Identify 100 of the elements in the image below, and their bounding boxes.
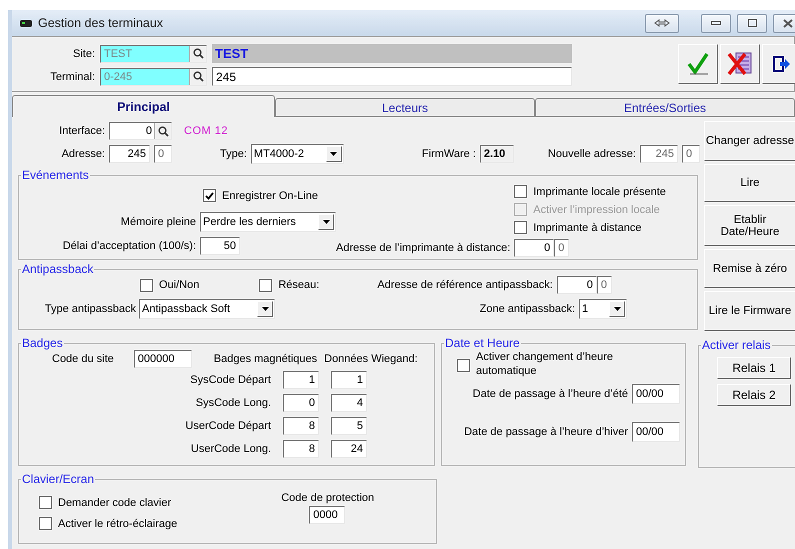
lookup-field[interactable]: 0 (109, 122, 172, 140)
group-title: Antipassback (21, 262, 94, 276)
dropdown-arrow-icon (330, 152, 338, 156)
name-field[interactable]: 245 (212, 67, 572, 86)
dropdown[interactable]: Perdre les derniers (200, 212, 336, 232)
input-field[interactable]: 0 (556, 276, 597, 294)
field-label: Délai d’acceptation (100/s): (62, 240, 196, 252)
field-label: Nouvelle adresse: (548, 148, 636, 160)
field-label: UserCode Départ (184, 420, 271, 432)
checkbox[interactable] (514, 185, 528, 198)
dropdown-arrow-icon (262, 307, 268, 311)
checkbox[interactable] (457, 359, 470, 372)
input-field[interactable]: 000000 (134, 350, 192, 368)
checkbox[interactable] (39, 496, 52, 509)
input-field[interactable]: 24 (331, 440, 367, 458)
search-icon (192, 71, 204, 82)
action-button[interactable]: Remise à zéro (704, 249, 795, 288)
search-icon (192, 48, 204, 59)
maximize-icon (748, 19, 756, 27)
input-field[interactable]: 0 (154, 145, 172, 163)
maximize-button[interactable] (737, 14, 767, 32)
input-field[interactable]: 8 (283, 440, 319, 458)
field-label: Zone antipassback: (478, 303, 575, 315)
input-field[interactable]: 0 (596, 276, 612, 294)
column-header: Badges magnétiques (214, 353, 318, 365)
tab[interactable]: Lecteurs (275, 98, 535, 117)
double-arrow-icon (654, 19, 670, 27)
dropdown[interactable]: 1 (579, 299, 627, 319)
checkbox-label: Demander code clavier (58, 496, 172, 508)
terminal-icon (20, 18, 32, 28)
field-label: Code de protection (281, 492, 374, 504)
checkbox[interactable] (259, 278, 272, 292)
checkbox-label: Imprimante à distance (533, 222, 642, 234)
input-field[interactable]: 245 (640, 145, 678, 163)
port-label: COM 12 (184, 125, 228, 137)
checkbox-label: Imprimante locale présente (533, 186, 666, 198)
field-label: Adresse: (60, 148, 105, 160)
dropdown[interactable]: Antipassback Soft (139, 299, 275, 319)
checkbox-label: Oui/Non (159, 279, 200, 291)
checkbox-label: Activer l’impression locale (533, 204, 660, 216)
input-field[interactable]: 245 (109, 145, 150, 163)
field-label: Interface: (58, 125, 105, 137)
column-header: Données Wiegand: (324, 353, 418, 365)
relay-button[interactable]: Relais 2 (717, 384, 791, 406)
input-field[interactable]: 1 (283, 371, 319, 389)
action-button[interactable]: Lire (704, 164, 795, 202)
dropdown-arrow-icon (614, 307, 620, 311)
input-field[interactable]: 4 (331, 394, 367, 412)
field-label: Code du site (52, 353, 114, 365)
cancel-button[interactable] (720, 44, 760, 84)
dropdown[interactable]: MT4000-2 (250, 144, 344, 164)
checkmark-icon (686, 52, 710, 76)
group-title: Activer relais (701, 338, 772, 352)
checkbox-label: Activer changement d’heure automatique (476, 350, 614, 378)
checkbox[interactable] (514, 221, 528, 234)
input-field[interactable]: 0 (514, 239, 554, 257)
input-field[interactable]: 2.10 (480, 145, 514, 163)
exit-button[interactable] (762, 44, 795, 84)
cross-document-icon (726, 51, 754, 77)
checkbox-label: Activer le rétro-éclairage (58, 518, 178, 530)
checkbox[interactable] (140, 278, 153, 292)
field-label: Mémoire pleine (120, 216, 196, 228)
field-label: SysCode Long. (194, 397, 271, 409)
checkbox[interactable] (203, 189, 216, 202)
group-title: Evénements (21, 168, 90, 182)
action-button[interactable]: Changer adresse (704, 121, 795, 161)
input-field[interactable]: 8 (283, 417, 319, 435)
close-icon (783, 18, 793, 28)
input-field[interactable]: 0 (682, 145, 700, 163)
field-label: FirmWare : (422, 148, 476, 160)
close-button[interactable] (773, 14, 795, 32)
field-label: Date de passage à l’heure d’été (472, 388, 628, 400)
checkbox-label: Enregistrer On-Line (222, 190, 318, 202)
input-field[interactable]: 0000 (309, 506, 346, 524)
action-button[interactable]: Lire le Firmware (704, 291, 795, 331)
field-label: Site: (72, 48, 95, 60)
tab[interactable]: Entrées/Sorties (535, 98, 795, 117)
tab[interactable]: Principal (12, 95, 275, 117)
input-field[interactable]: 1 (331, 371, 367, 389)
input-field[interactable]: 00/00 (632, 422, 680, 442)
action-button[interactable]: Etablir Date/Heure (704, 205, 795, 246)
field-label: Terminal: (49, 70, 95, 82)
dropdown-arrow-icon (322, 220, 330, 224)
input-field[interactable]: 0 (554, 239, 570, 257)
group-title: Clavier/Ecran (21, 472, 96, 486)
group-title: Badges (21, 336, 64, 350)
input-field[interactable]: 50 (200, 237, 240, 255)
checkbox-label: Réseau: (278, 279, 320, 291)
input-field[interactable]: 00/00 (632, 384, 680, 404)
input-field[interactable]: 5 (331, 417, 367, 435)
input-field[interactable]: 0 (283, 394, 319, 412)
resize-button[interactable] (645, 14, 679, 32)
minimize-button[interactable] (701, 14, 731, 32)
field-label: Date de passage à l’heure d’hiver (463, 426, 628, 438)
field-label: Type antipassback (44, 303, 136, 315)
search-icon (158, 126, 168, 136)
field-label: Type: (220, 148, 247, 160)
checkbox[interactable] (39, 517, 52, 530)
confirm-button[interactable] (678, 44, 718, 84)
relay-button[interactable]: Relais 1 (717, 357, 791, 379)
